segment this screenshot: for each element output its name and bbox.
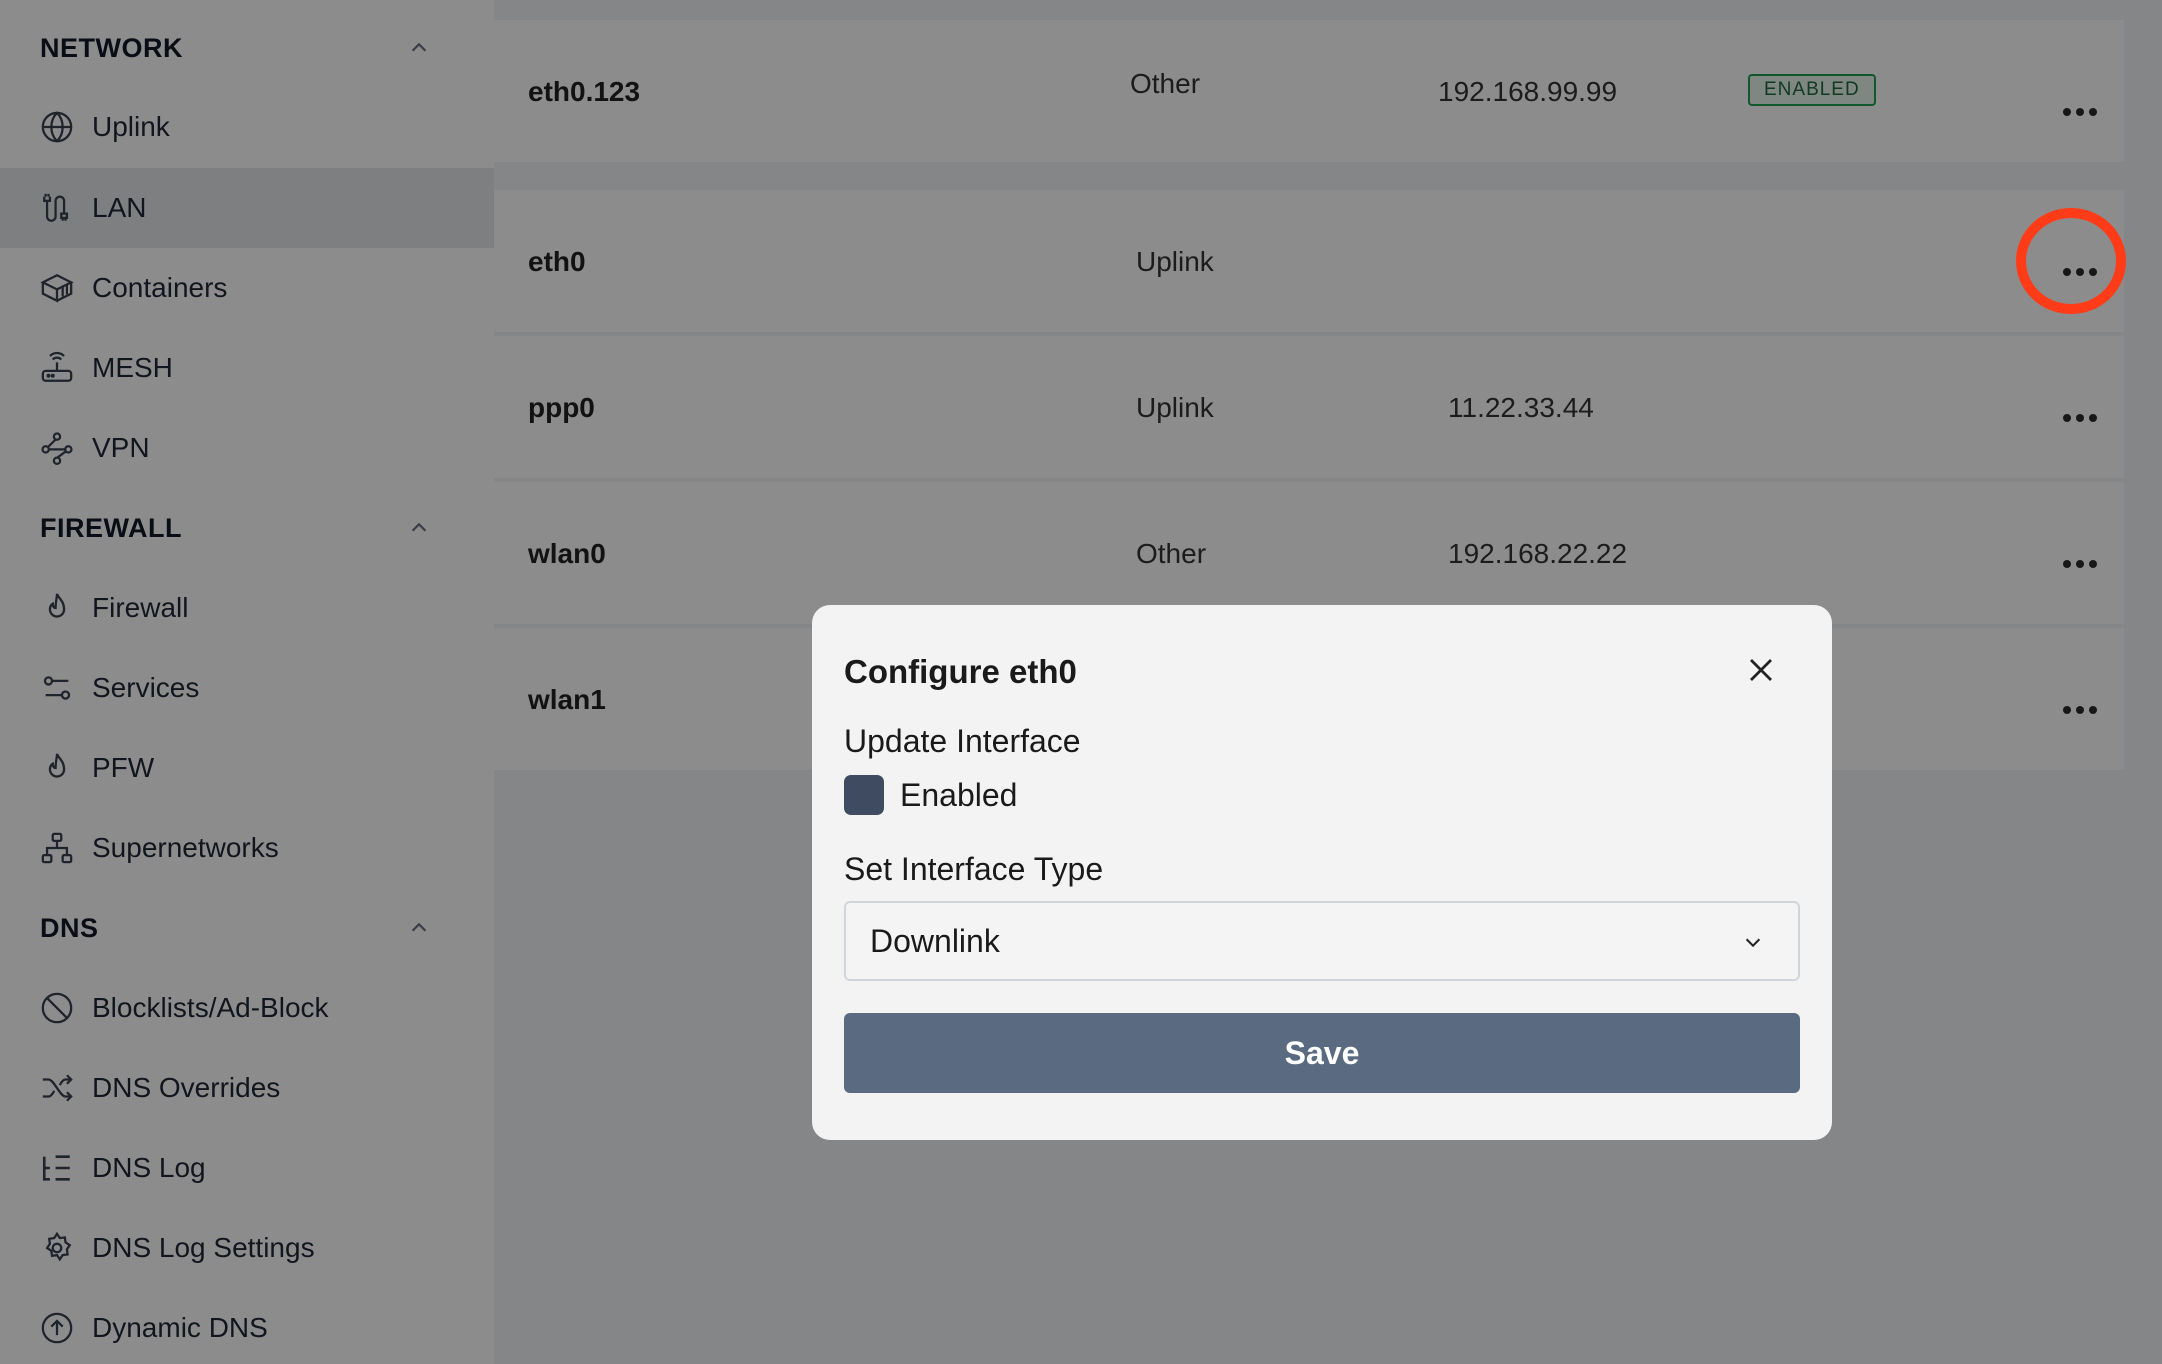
interface-type-select[interactable]: Downlink xyxy=(844,901,1800,981)
select-value: Downlink xyxy=(870,922,1000,959)
dialog-title: Configure eth0 xyxy=(844,653,1077,690)
chevron-down-icon xyxy=(1745,938,1761,948)
save-button[interactable]: Save xyxy=(844,1013,1800,1093)
update-interface-label: Update Interface xyxy=(844,723,1081,759)
configure-interface-dialog: Configure eth0 Update Interface Enabled … xyxy=(812,605,1832,1140)
enabled-checkbox[interactable] xyxy=(844,775,884,815)
enabled-checkbox-label: Enabled xyxy=(900,777,1018,813)
close-icon[interactable] xyxy=(1746,655,1776,685)
interface-type-label: Set Interface Type xyxy=(844,851,1104,887)
